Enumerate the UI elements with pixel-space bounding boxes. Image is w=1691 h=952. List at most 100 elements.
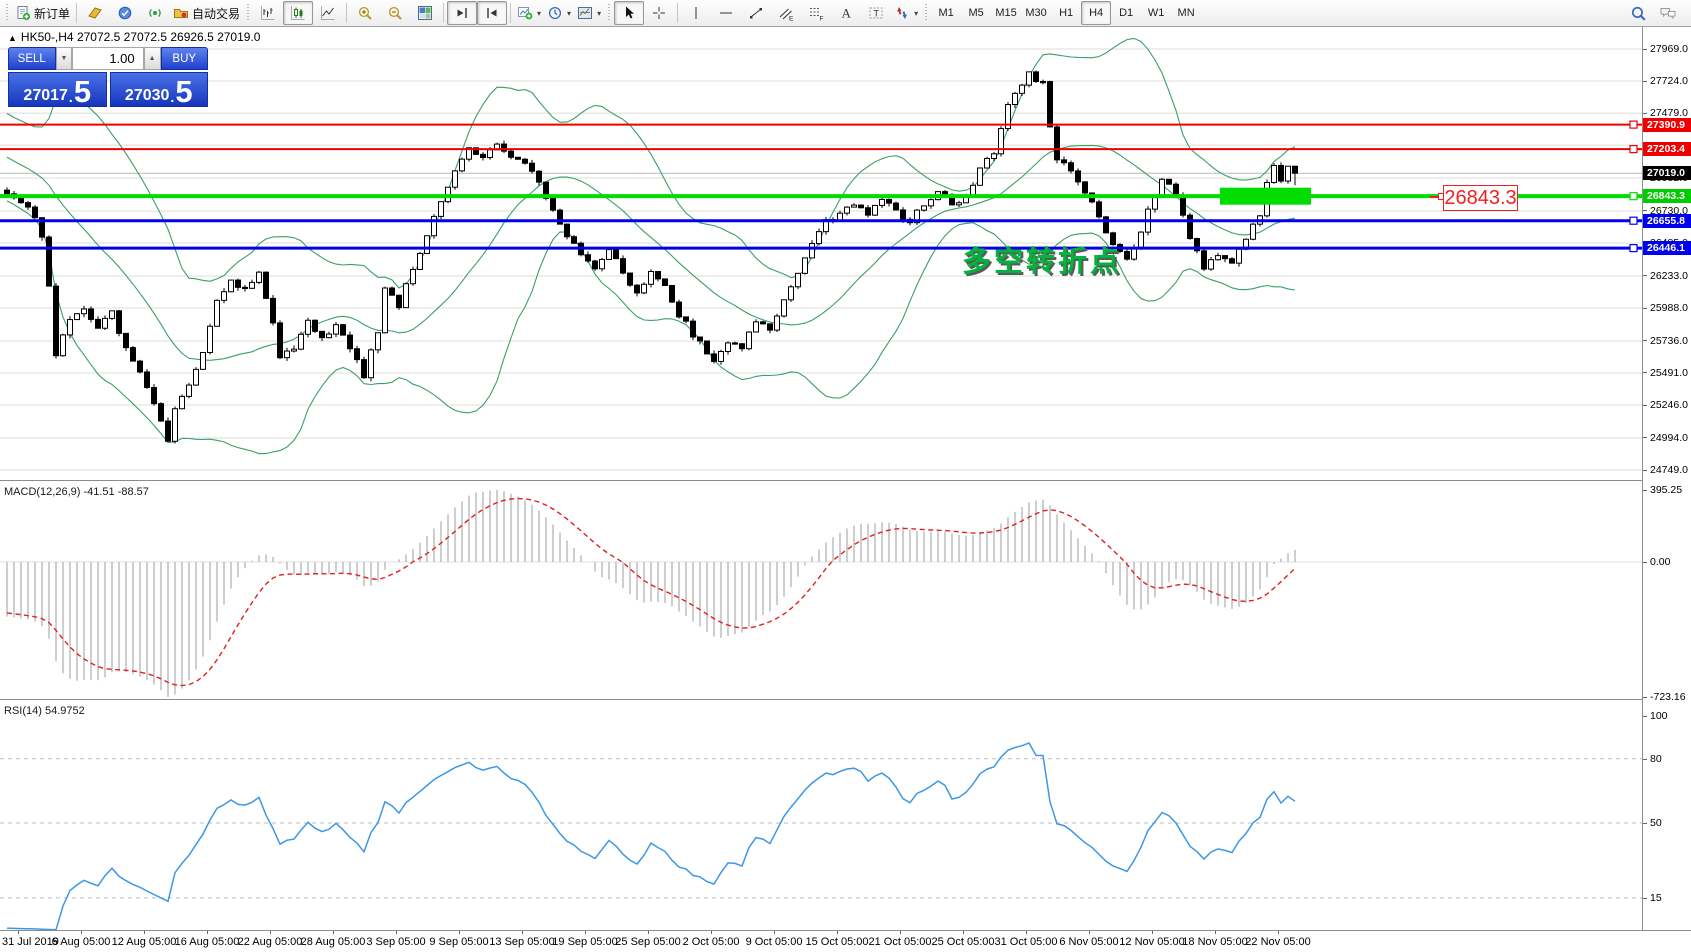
horizontal-line-icon xyxy=(718,5,734,21)
price-axis-tick xyxy=(1643,405,1647,406)
timeframe-button-m15[interactable]: M15 xyxy=(991,1,1021,25)
price-label-box[interactable]: 26843.3 xyxy=(1443,185,1518,211)
price-axis-label: 25736.0 xyxy=(1650,335,1688,347)
price-axis-tick xyxy=(1643,49,1647,50)
time-axis-label: 3 Sep 05:00 xyxy=(366,936,425,948)
equidistant-channel-icon: E xyxy=(778,5,794,21)
timeframe-button-h1[interactable]: H1 xyxy=(1051,1,1081,25)
new-order-button[interactable]: 新订单 xyxy=(12,1,73,25)
chart-annotation-text[interactable]: 多空转折点 xyxy=(962,238,1122,280)
price-axis-tick xyxy=(1643,210,1647,211)
auto-scroll-button[interactable] xyxy=(447,1,477,25)
profiles-icon xyxy=(87,5,103,21)
time-axis-label: 22 Aug 05:00 xyxy=(238,936,303,948)
buy-price-tile[interactable]: 27030.5 xyxy=(110,72,209,107)
timeframe-button-m1[interactable]: M1 xyxy=(931,1,961,25)
toolbar-grip[interactable] xyxy=(4,4,10,22)
chart-shift-button[interactable] xyxy=(477,1,507,25)
zoom-in-button[interactable] xyxy=(350,1,380,25)
timeframe-button-h4[interactable]: H4 xyxy=(1081,1,1111,25)
search-button[interactable] xyxy=(1623,1,1653,25)
trendline-button[interactable] xyxy=(741,1,771,25)
time-axis-label: 25 Oct 05:00 xyxy=(932,936,995,948)
horizontal-line-button[interactable] xyxy=(711,1,741,25)
volume-down-button[interactable]: ▼ xyxy=(56,47,73,70)
equidistant-channel-button[interactable]: E xyxy=(771,1,801,25)
volume-input[interactable]: 1.00 xyxy=(72,47,143,70)
time-axis-label: 6 Aug 05:00 xyxy=(52,936,111,948)
time-axis-label: 16 Aug 05:00 xyxy=(175,936,240,948)
price-axis-badge: 26446.1 xyxy=(1643,241,1691,255)
metaeditor-button[interactable] xyxy=(110,1,140,25)
fibonacci-icon: F xyxy=(808,5,824,21)
time-axis-label: 21 Oct 05:00 xyxy=(869,936,932,948)
profiles-button[interactable] xyxy=(80,1,110,25)
templates-button[interactable]: ▾ xyxy=(574,1,604,25)
rsi-axis-label: 80 xyxy=(1650,753,1662,765)
chat-icon xyxy=(1659,5,1677,21)
timeframe-button-m5[interactable]: M5 xyxy=(961,1,991,25)
periods-button[interactable]: ▾ xyxy=(544,1,574,25)
rsi-canvas[interactable] xyxy=(0,703,1642,930)
svg-text:F: F xyxy=(820,16,824,22)
buy-price-dot: . xyxy=(170,90,174,104)
time-axis-tick xyxy=(207,931,208,934)
macd-pane[interactable]: MACD(12,26,9) -41.51 -88.57 xyxy=(0,484,1642,699)
indicators-button[interactable]: ▾ xyxy=(514,1,544,25)
macd-canvas[interactable] xyxy=(0,484,1642,699)
vertical-line-button[interactable] xyxy=(681,1,711,25)
timeframe-button-d1[interactable]: D1 xyxy=(1111,1,1141,25)
rsi-pane[interactable]: RSI(14) 54.9752 xyxy=(0,703,1642,930)
time-axis-tick xyxy=(711,931,712,934)
text-label-button[interactable]: T xyxy=(861,1,891,25)
price-axis-tick xyxy=(1643,308,1647,309)
vertical-line-icon xyxy=(688,5,704,21)
periods-caret-icon: ▾ xyxy=(567,9,571,18)
signals-button[interactable] xyxy=(140,1,170,25)
candlestick-chart-button[interactable] xyxy=(283,1,313,25)
sell-price-tile[interactable]: 27017.5 xyxy=(8,72,107,107)
price-axis-label: 27724.0 xyxy=(1650,75,1688,87)
timeframe-button-w1[interactable]: W1 xyxy=(1141,1,1171,25)
sell-button[interactable]: SELL xyxy=(8,47,56,70)
cursor-button[interactable] xyxy=(614,1,644,25)
time-axis-tick xyxy=(1278,931,1279,934)
bar-chart-button[interactable] xyxy=(253,1,283,25)
price-axis[interactable]: 27969.027724.027479.026982.026730.026485… xyxy=(1642,27,1691,952)
macd-axis-tick xyxy=(1643,490,1647,491)
time-axis-tick xyxy=(522,931,523,934)
new-order-icon xyxy=(15,5,31,21)
collapse-arrow-icon[interactable]: ▲ xyxy=(8,33,17,43)
time-axis-tick xyxy=(18,931,19,934)
price-axis-label: 26233.0 xyxy=(1650,270,1688,282)
chat-button[interactable] xyxy=(1653,1,1683,25)
timeframe-button-mn[interactable]: MN xyxy=(1171,1,1201,25)
line-chart-button[interactable] xyxy=(313,1,343,25)
arrows-button[interactable]: ▾ xyxy=(891,1,921,25)
time-axis-label: 31 Jul 2019 xyxy=(2,936,59,948)
main-chart-canvas[interactable] xyxy=(0,27,1642,480)
trendline-icon xyxy=(748,5,764,21)
time-axis[interactable]: 31 Jul 20196 Aug 05:0012 Aug 05:0016 Aug… xyxy=(0,930,1691,952)
timeframe-button-m30[interactable]: M30 xyxy=(1021,1,1051,25)
text-button[interactable]: A xyxy=(831,1,861,25)
cursor-icon xyxy=(621,5,637,21)
price-axis-badge: 27019.0 xyxy=(1643,166,1691,180)
periods-clock-icon xyxy=(547,5,563,21)
autotrading-label: 自动交易 xyxy=(192,5,240,22)
volume-up-button[interactable]: ▲ xyxy=(144,47,161,70)
time-axis-tick xyxy=(270,931,271,934)
buy-button[interactable]: BUY xyxy=(161,47,209,70)
fibonacci-button[interactable]: F xyxy=(801,1,831,25)
autotrading-button[interactable]: 自动交易 xyxy=(170,1,243,25)
indicators-caret-icon: ▾ xyxy=(537,9,541,18)
tile-windows-button[interactable] xyxy=(410,1,440,25)
time-axis-tick xyxy=(396,931,397,934)
text-label-icon: T xyxy=(868,5,884,21)
rsi-axis-tick xyxy=(1643,898,1647,899)
main-chart-pane[interactable] xyxy=(0,27,1642,480)
indicators-icon xyxy=(517,5,533,21)
crosshair-button[interactable] xyxy=(644,1,674,25)
tile-windows-icon xyxy=(417,5,433,21)
zoom-out-button[interactable] xyxy=(380,1,410,25)
